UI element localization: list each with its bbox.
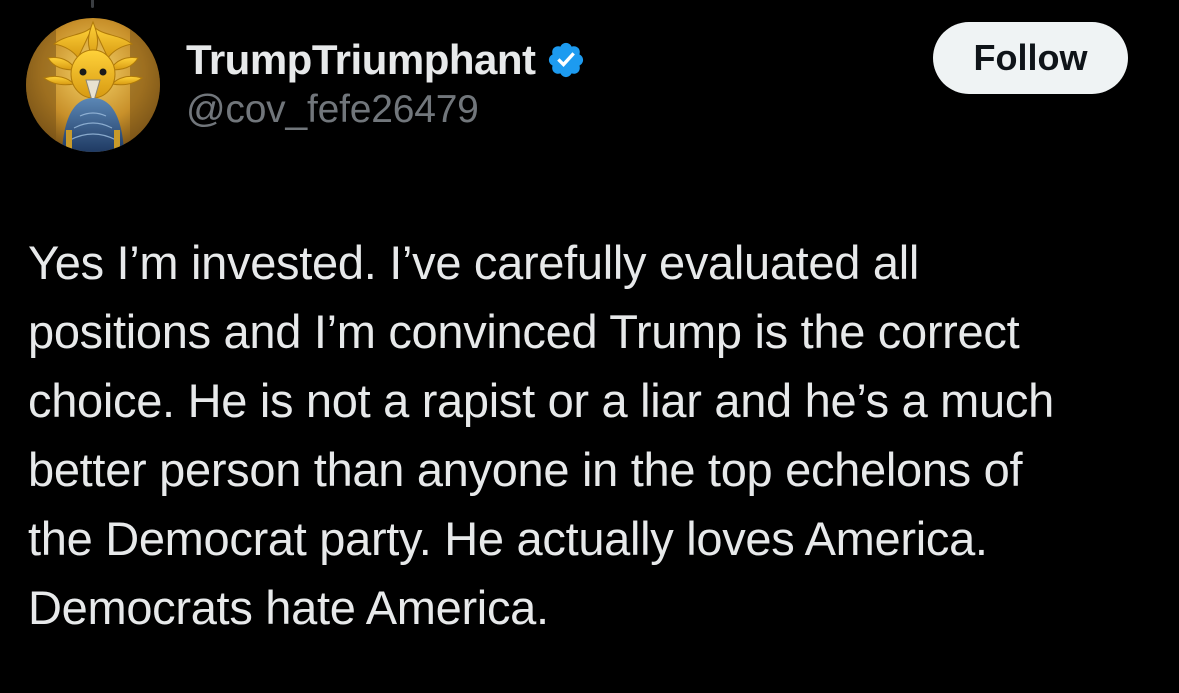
tweet-line: better person than anyone in the top ech… [28,443,1023,496]
golden-eagle-avatar-icon [26,18,160,152]
thread-connector-line [91,0,94,8]
tweet-line: Yes I’m invested. I’ve carefully evaluat… [28,236,919,289]
tweet-line: choice. He is not a rapist or a liar and… [28,374,1054,427]
user-info: TrumpTriumphant @cov_fefe26479 [186,32,586,132]
user-handle[interactable]: @cov_fefe26479 [186,88,586,132]
avatar[interactable] [26,18,160,152]
tweet-line: positions and I’m convinced Trump is the… [28,305,1020,358]
tweet-line: Democrats hate America. [28,581,549,634]
tweet-text: Yes I’m invested. I’ve carefully evaluat… [28,228,1168,642]
tweet-line: the Democrat party. He actually loves Am… [28,512,988,565]
follow-button[interactable]: Follow [933,22,1128,94]
verified-badge-icon [548,42,583,78]
display-name[interactable]: TrumpTriumphant [186,36,536,84]
name-row: TrumpTriumphant [186,32,586,88]
